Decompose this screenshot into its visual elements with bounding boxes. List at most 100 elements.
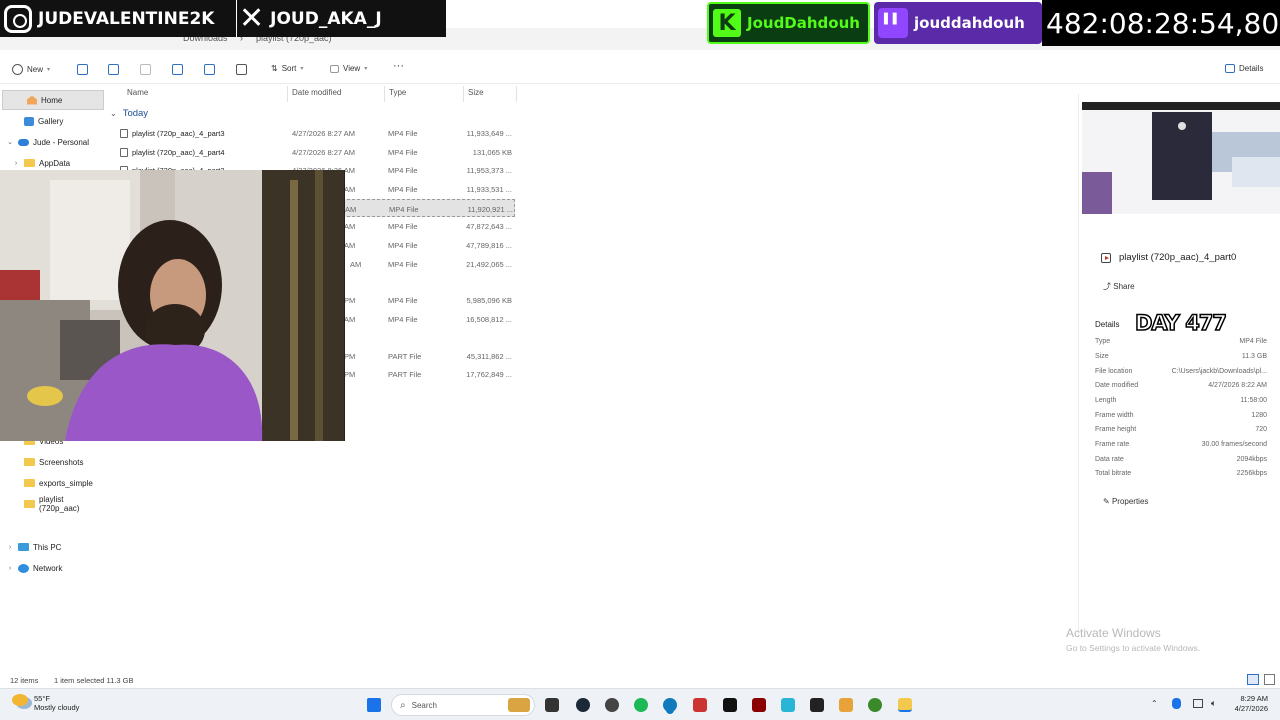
weather-description: Mostly cloudy: [34, 703, 80, 712]
property-value: 30.00 frames/second: [1201, 441, 1267, 448]
sidebar-item-screenshots[interactable]: Screenshots: [0, 452, 106, 472]
windows-start-icon[interactable]: [367, 698, 381, 712]
file-size: 47,872,643 ...: [466, 222, 512, 231]
weather-widget[interactable]: 55°F Mostly cloudy: [12, 694, 79, 712]
file-type: MP4 File: [388, 241, 418, 250]
column-divider[interactable]: [384, 86, 385, 102]
column-header-date[interactable]: Date modified: [292, 88, 341, 97]
task-view-icon[interactable]: [545, 698, 559, 712]
column-header-name[interactable]: Name: [127, 88, 148, 97]
sidebar-item-network[interactable]: › Network: [0, 558, 106, 578]
tiles-view-icon[interactable]: [1264, 674, 1275, 685]
cut-button[interactable]: [77, 64, 88, 75]
group-label: Today: [122, 108, 149, 119]
notepad-icon[interactable]: [781, 698, 795, 712]
wrench-icon: ✎: [1103, 497, 1110, 506]
activate-windows-watermark: Activate Windows Go to Settings to activ…: [1066, 626, 1200, 653]
instagram-icon: [4, 4, 32, 33]
file-explorer-icon[interactable]: [898, 698, 912, 712]
column-header-size[interactable]: Size: [468, 88, 484, 97]
trash-icon: [236, 64, 247, 75]
sidebar-item-playlist[interactable]: playlist (720p_aac): [0, 494, 106, 514]
computer-icon: [18, 543, 29, 551]
instagram-handle: JUDEVALENTINE2K: [38, 8, 215, 29]
property-row: Data rate 2094kbps: [1095, 456, 1267, 463]
more-options-button[interactable]: ···: [393, 60, 404, 72]
sidebar-item-exports[interactable]: exports_simple: [0, 473, 106, 493]
browser-app-icon[interactable]: [868, 698, 882, 712]
kick-handle: JoudDahdouh: [747, 14, 860, 32]
obs-icon[interactable]: [605, 698, 619, 712]
sidebar-item-label: exports_simple: [39, 478, 93, 488]
details-view-icon[interactable]: [1247, 674, 1259, 685]
display-icon[interactable]: [1193, 699, 1203, 708]
table-row[interactable]: playlist (720p_aac)_4_part4 4/27/2026 8:…: [112, 143, 515, 161]
rename-icon: [172, 64, 183, 75]
new-button[interactable]: New ▾: [12, 64, 50, 75]
property-value: MP4 File: [1239, 338, 1267, 345]
volume-icon[interactable]: 🔈︎: [1211, 698, 1216, 709]
chevron-down-icon: ▾: [47, 67, 51, 73]
file-size: 21,492,065 ...: [466, 260, 512, 269]
property-value: 2256kbps: [1236, 470, 1267, 477]
file-date: AM: [345, 205, 357, 214]
share-button[interactable]: [204, 64, 215, 75]
copy-button[interactable]: [108, 64, 119, 75]
taskbar-search[interactable]: ⌕ Search: [391, 694, 535, 716]
properties-button[interactable]: ✎ Properties: [1103, 497, 1148, 506]
details-pane-button[interactable]: Details: [1225, 64, 1263, 73]
chevron-up-icon[interactable]: ⌃: [1151, 699, 1158, 708]
game-app-icon[interactable]: [810, 698, 824, 712]
media-app-icon[interactable]: [752, 698, 766, 712]
column-divider[interactable]: [463, 86, 464, 102]
details-section-label: Details: [1095, 320, 1120, 329]
sort-button[interactable]: ⇅ Sort ▾: [271, 64, 303, 73]
column-divider[interactable]: [516, 86, 517, 102]
file-app-icon[interactable]: [839, 698, 853, 712]
spotify-icon[interactable]: [634, 698, 648, 712]
file-date: AM: [350, 260, 362, 269]
delete-button[interactable]: [236, 64, 247, 75]
audio-app-icon[interactable]: [723, 698, 737, 712]
sidebar-item-personal[interactable]: ⌄ Jude - Personal: [0, 132, 106, 152]
column-header-type[interactable]: Type: [389, 88, 406, 97]
group-header-today[interactable]: ⌄ Today: [110, 108, 148, 119]
sidebar-item-this-pc[interactable]: › This PC: [0, 537, 106, 557]
file-size: 45,311,862 ...: [466, 352, 512, 361]
property-value: 2094kbps: [1236, 456, 1267, 463]
capcut-icon[interactable]: [693, 698, 707, 712]
paste-button[interactable]: [140, 64, 151, 75]
edge-icon[interactable]: [663, 698, 677, 712]
property-label: Length: [1095, 397, 1117, 404]
column-divider[interactable]: [287, 86, 288, 102]
details-share-button[interactable]: ⤴ Share: [1103, 281, 1135, 292]
search-icon: ⌕: [400, 699, 406, 711]
tray-app-icon[interactable]: [1172, 698, 1181, 709]
file-size: 17,762,849 ...: [466, 370, 512, 379]
property-label: Frame width: [1095, 412, 1134, 419]
file-date: AM: [344, 241, 356, 250]
gallery-icon: [24, 116, 34, 126]
sidebar-item-label: AppData: [39, 158, 71, 168]
chevron-down-icon: ⌄: [110, 109, 117, 118]
file-name: playlist (720p_aac)_4_part4: [132, 148, 225, 157]
kick-icon: K: [713, 9, 741, 37]
view-button[interactable]: View ▾: [330, 64, 367, 73]
details-label: Details: [1239, 64, 1264, 73]
file-size: 16,508,812 ...: [466, 315, 512, 324]
file-date: PM: [344, 296, 356, 305]
search-placeholder: Search: [411, 700, 437, 710]
rename-button[interactable]: [172, 64, 183, 75]
clock-date: 4/27/2026: [1234, 704, 1268, 713]
network-icon: [18, 563, 29, 573]
kick-badge: K JoudDahdouh: [707, 2, 870, 44]
sort-label: Sort: [281, 64, 297, 73]
details-file-title: playlist (720p_aac)_4_part0: [1101, 252, 1236, 263]
chevron-down-icon: ▾: [300, 66, 304, 72]
sidebar-item-home[interactable]: Home: [2, 90, 104, 110]
steam-icon[interactable]: [576, 698, 590, 712]
system-clock[interactable]: 8:29 AM 4/27/2026: [1222, 694, 1268, 714]
sidebar-item-gallery[interactable]: Gallery: [0, 111, 106, 131]
table-row[interactable]: playlist (720p_aac)_4_part3 4/27/2026 8:…: [112, 124, 515, 142]
weather-temperature: 55°F: [34, 694, 50, 703]
